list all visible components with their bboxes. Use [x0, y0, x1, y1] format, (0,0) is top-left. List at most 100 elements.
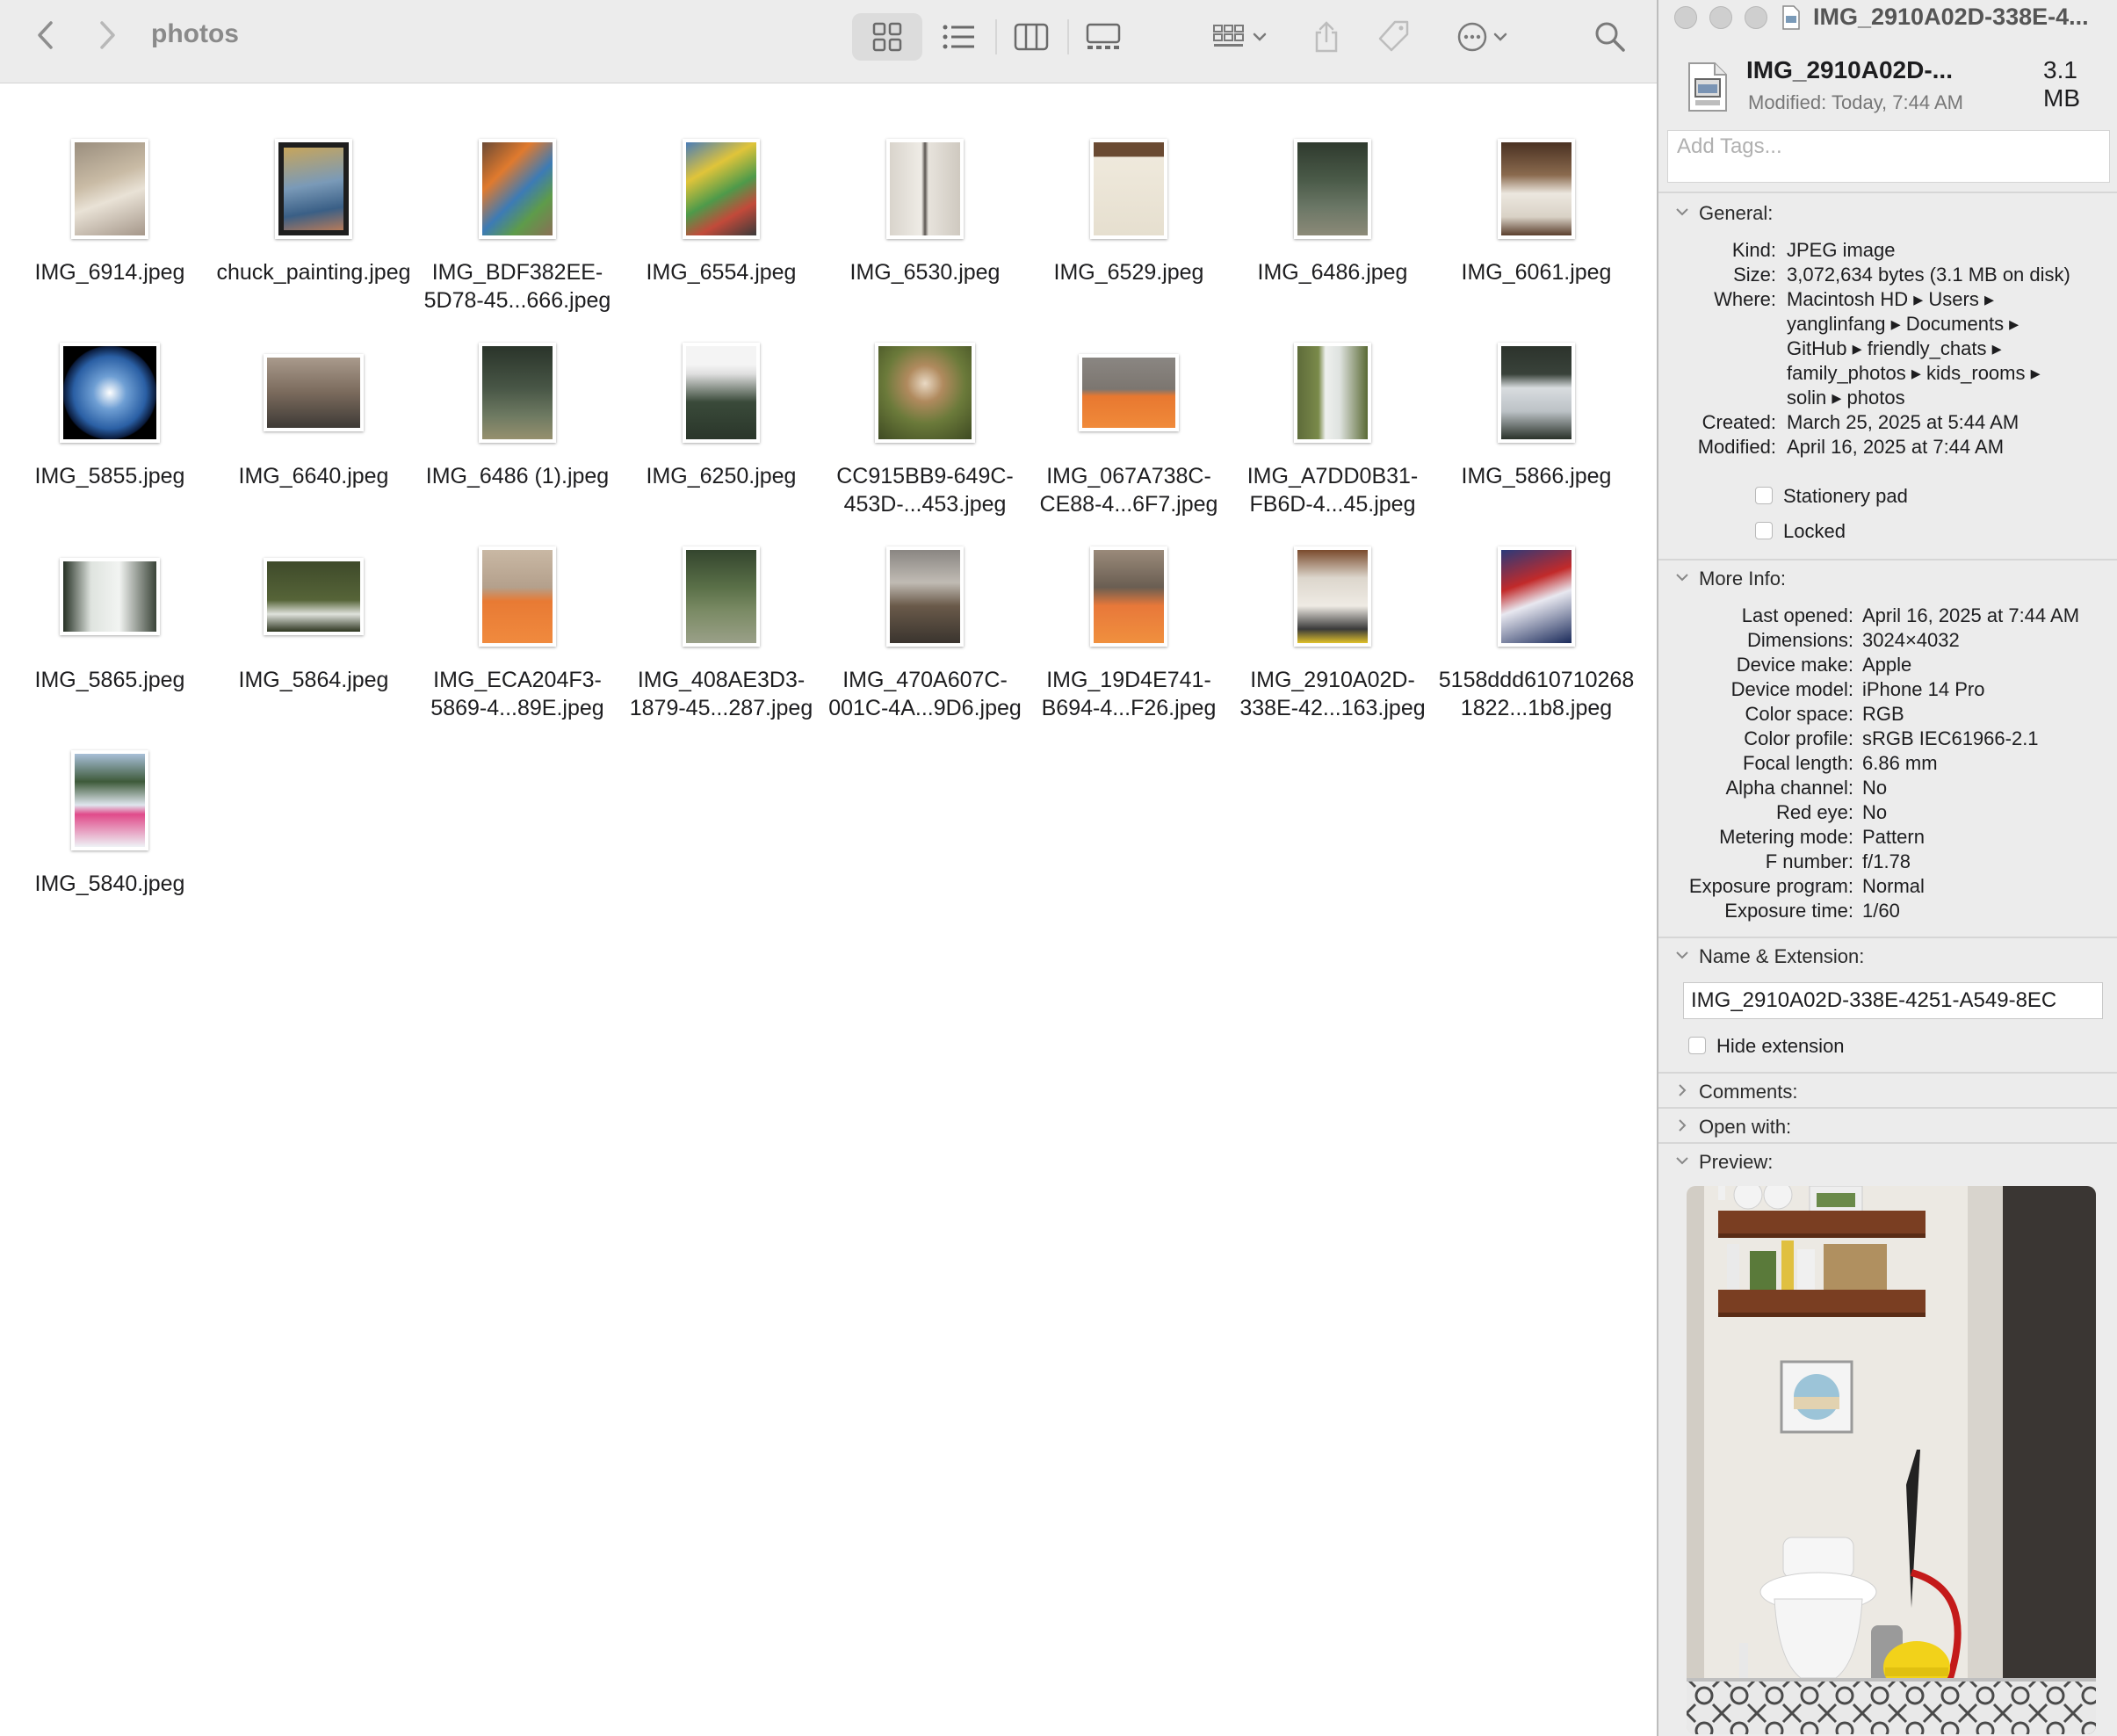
preview-image [1687, 1186, 2096, 1734]
info-file-size: 3.1 MB [2043, 56, 2080, 112]
checkbox-box[interactable] [1755, 522, 1773, 539]
gallery-view-button[interactable] [1068, 13, 1138, 61]
file-name: IMG_5865.jpeg [34, 668, 185, 692]
share-button[interactable] [1304, 13, 1349, 61]
file-name-field[interactable] [1683, 982, 2103, 1019]
back-button[interactable] [26, 16, 65, 54]
last-opened-value: April 16, 2025 at 7:44 AM [1862, 604, 2080, 626]
info-row: F number: f/1.78 [1658, 850, 2117, 875]
file-item[interactable]: IMG_5865.jpeg [9, 538, 211, 740]
file-name: IMG_A7DD0B31-FB6D-4...45.jpeg [1246, 464, 1419, 517]
info-row: Where: Macintosh HD ▸ Users ▸ [1658, 288, 2117, 313]
file-name: IMG_067A738C-CE88-4...6F7.jpeg [1039, 464, 1218, 517]
info-row: Red eye: No [1658, 801, 2117, 826]
file-item[interactable]: IMG_5840.jpeg [9, 741, 211, 944]
tags-field[interactable] [1667, 130, 2110, 183]
chevron-down-icon [1676, 1157, 1688, 1165]
info-row: Focal length: 6.86 mm [1658, 752, 2117, 777]
gallery-icon [1086, 23, 1121, 49]
folder-title: photos [151, 19, 239, 48]
minimize-window-button[interactable] [1709, 6, 1732, 29]
file-thumbnail [60, 558, 160, 635]
section-divider [1658, 1142, 2117, 1144]
file-item[interactable]: IMG_6554.jpeg [620, 130, 822, 332]
name-extension-section-toggle[interactable]: Name & Extension: [1658, 942, 2117, 972]
file-thumbnail [275, 139, 352, 239]
file-name: chuck_painting.jpeg [216, 260, 411, 285]
color-space-value: RGB [1862, 703, 1904, 725]
file-thumbnail [683, 343, 760, 443]
file-item[interactable]: IMG_19D4E741-B694-4...F26.jpeg [1028, 538, 1230, 740]
file-item[interactable]: IMG_BDF382EE-5D78-45...666.jpeg [416, 130, 618, 332]
forward-button[interactable] [88, 16, 126, 54]
file-item[interactable]: IMG_6486.jpeg [1232, 130, 1434, 332]
file-item[interactable]: IMG_6250.jpeg [620, 334, 822, 536]
search-button[interactable] [1586, 13, 1634, 61]
info-row: Color space: RGB [1658, 703, 2117, 727]
preview-section-toggle[interactable]: Preview: [1658, 1147, 2117, 1177]
tag-icon [1378, 20, 1409, 52]
comments-section-toggle[interactable]: Comments: [1658, 1077, 2117, 1107]
group-by-button[interactable] [1203, 13, 1277, 61]
tags-button[interactable] [1370, 13, 1416, 61]
modified-value: April 16, 2025 at 7:44 AM [1787, 436, 2005, 458]
size-label: Size: [1733, 264, 1776, 286]
section-divider [1658, 1107, 2117, 1109]
general-section-toggle[interactable]: General: [1658, 199, 2117, 228]
device-model-label: Device model: [1730, 678, 1853, 700]
column-view-button[interactable] [996, 13, 1066, 61]
file-item[interactable]: IMG_5866.jpeg [1435, 334, 1637, 536]
info-header: IMG_2910A02D-... 3.1 MB Modified: Today,… [1658, 40, 2117, 119]
file-item[interactable]: IMG_067A738C-CE88-4...6F7.jpeg [1028, 334, 1230, 536]
file-item[interactable]: IMG_408AE3D3-1879-45...287.jpeg [620, 538, 822, 740]
color-space-label: Color space: [1745, 703, 1853, 725]
group-grid-icon [1213, 25, 1267, 47]
list-view-button[interactable] [924, 13, 994, 61]
file-name: IMG_408AE3D3-1879-45...287.jpeg [629, 668, 813, 720]
file-thumbnail [479, 343, 556, 443]
file-item[interactable]: IMG_A7DD0B31-FB6D-4...45.jpeg [1232, 334, 1434, 536]
open-with-section-toggle[interactable]: Open with: [1658, 1112, 2117, 1142]
close-window-button[interactable] [1674, 6, 1697, 29]
file-name-input[interactable] [1684, 983, 2102, 1018]
file-item[interactable]: IMG_ECA204F3-5869-4...89E.jpeg [416, 538, 618, 740]
file-item[interactable]: IMG_5855.jpeg [9, 334, 211, 536]
file-item[interactable]: IMG_6529.jpeg [1028, 130, 1230, 332]
zoom-window-button[interactable] [1745, 6, 1767, 29]
file-item[interactable]: 5158ddd6107102681822...1b8.jpeg [1435, 538, 1637, 740]
section-divider [1658, 1072, 2117, 1074]
file-thumbnail [1294, 546, 1371, 647]
action-menu-button[interactable] [1446, 13, 1520, 61]
file-thumbnail [875, 343, 975, 443]
device-make-label: Device make: [1736, 654, 1853, 676]
file-item[interactable]: IMG_6914.jpeg [9, 130, 211, 332]
file-thumbnail [60, 343, 160, 443]
device-make-value: Apple [1862, 654, 1912, 676]
file-item[interactable]: CC915BB9-649C-453D-...453.jpeg [824, 334, 1026, 536]
info-row: Exposure program: Normal [1658, 875, 2117, 900]
file-item[interactable]: IMG_6640.jpeg [213, 334, 415, 536]
file-item[interactable]: IMG_6530.jpeg [824, 130, 1026, 332]
checkbox-box[interactable] [1688, 1037, 1706, 1054]
info-row: Dimensions: 3024×4032 [1658, 629, 2117, 654]
icon-view-button[interactable] [852, 13, 922, 61]
file-item[interactable]: IMG_470A607C-001C-4A...9D6.jpeg [824, 538, 1026, 740]
tags-input[interactable] [1668, 131, 2109, 163]
more-info-section-toggle[interactable]: More Info: [1658, 564, 2117, 594]
bathroom-photo [1687, 1186, 2096, 1734]
file-item[interactable]: chuck_painting.jpeg [213, 130, 415, 332]
file-thumbnail [1079, 354, 1179, 431]
file-name: IMG_6914.jpeg [34, 260, 185, 285]
file-item[interactable]: IMG_5864.jpeg [213, 538, 415, 740]
chevron-down-icon [1676, 208, 1688, 216]
file-thumbnail [1498, 343, 1575, 443]
file-item[interactable]: IMG_2910A02D-338E-42...163.jpeg [1232, 538, 1434, 740]
chevron-down-icon [1676, 951, 1688, 959]
file-item[interactable]: IMG_6486 (1).jpeg [416, 334, 618, 536]
checkbox-box[interactable] [1755, 487, 1773, 504]
file-name: IMG_6640.jpeg [238, 464, 389, 488]
info-row: Created: March 25, 2025 at 5:44 AM [1658, 411, 2117, 436]
list-icon [943, 25, 974, 49]
size-value: 3,072,634 bytes (3.1 MB on disk) [1787, 264, 2070, 286]
file-item[interactable]: IMG_6061.jpeg [1435, 130, 1637, 332]
